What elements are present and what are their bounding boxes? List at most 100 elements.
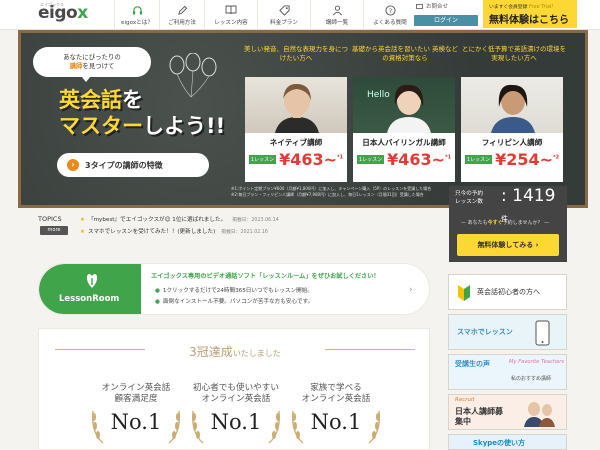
side-banner-label: スマホでレッスン [457,328,513,336]
price: ¥254~*2 [495,150,559,169]
star-icon: ★ [80,217,86,223]
topics-more-button[interactable]: more [40,226,68,235]
teacher-photo-bilingual: Hello [353,77,455,133]
side-banner-testimonials[interactable]: 受講生の声 My Favorite Teachers 私のおすすめ講師 [448,354,567,390]
teacher-card-native[interactable]: ネイティブ講師 1レッスン ¥463~*1 [245,77,347,182]
price: ¥463~*1 [387,150,451,169]
topic-text: スマホでレッスンを受けてみた！！(更新しました) [88,229,216,235]
card-title: 日本人バイリンガル講師 [362,138,446,147]
nav-label: ご利用方法 [168,20,196,26]
award-item: オンライン英会話 顧客満足度 No.1 [87,383,185,444]
login-button[interactable]: ログイン [414,15,478,26]
trial-caption-em: Free Trial! [528,5,554,10]
laurel-left-icon [92,410,104,444]
bullet-icon: ● [155,288,160,294]
headline-part: マスター [59,114,143,138]
card-heading-filipino: とにかく低予算で英語漬けの環境を実現したい方へ [462,45,566,62]
tag-icon [278,4,290,16]
bubble-line1: あなたにぴったりの [63,53,121,61]
lesson-tag: 1レッスン [248,155,277,164]
mail-icon [416,4,423,9]
counter-sub-em: 今すぐ [487,220,503,226]
price-footnote: *1 [445,154,452,161]
contact-link[interactable]: お問合せ [414,2,478,12]
card-title: フィリピン人講師 [481,138,543,147]
bullet-icon: ● [155,299,160,305]
teacher-card-filipino[interactable]: フィリピン人講師 1レッスン ¥254~*2 [461,77,563,182]
hero-chalkboard: あなたにぴったりの 講師を見つけて 英会話を マスターしよう!! › 3タイプの… [18,30,588,208]
lesson-room-point-text: 面倒なインストール不要。パソコンが苦手な方も安心です。 [162,299,314,305]
topic-item[interactable]: ★ 『mybest』でエイゴックスが😊 1位に選ばれました。 掲載日：2023.06… [80,215,279,223]
awards-title: 3冠達成いたしました [39,343,431,360]
svg-text:?: ? [388,6,391,14]
recruit-illustration [524,402,555,427]
teacher-photo-native [245,77,347,133]
arrow-right-icon: › [67,159,79,171]
counter-sub-post: 予約しませんか？ [502,220,543,226]
try-free-button[interactable]: 無料体験してみる › [457,234,559,256]
nav-label: 料金プラン [270,20,298,26]
price-row: 1レッスン ¥463~*1 [245,150,347,169]
price-footnote: *1 [337,154,344,161]
person-icon [331,4,343,16]
nav-label: 講師一覧 [325,20,349,26]
counter-label-line: 只今の予約 [455,191,483,197]
teacher-card-bilingual[interactable]: Hello 日本人バイリンガル講師 1レッスン ¥463~*1 [353,77,455,182]
teacher-types-button[interactable]: › 3タイプの講師の特徴 [57,153,209,177]
reservation-counter: 只今の予約 レッスン数 : 1419 件 — あなたも今すぐ予約しませんか？ — … [449,186,567,262]
teacher-photo-filipino [461,77,563,133]
side-banner-sublabel: My Favorite Teachers [509,359,565,365]
award-line: 初心者でも使いやすい [193,383,279,393]
nav-item-pricing[interactable]: 料金プラン [257,0,310,30]
nav-item-lessons[interactable]: レッスン内容 [204,0,257,30]
headset-icon [131,4,143,16]
nav-item-about[interactable]: eigoxとは？ [114,0,159,30]
laurel-right-icon [168,410,180,444]
counter-label: 只今の予約レッスン数 [455,190,483,206]
laurel-right-icon [368,410,380,444]
card-heading-native: 美しい発音、自然な表現力を身につけたい方へ [244,45,348,62]
nav-label: eigoxとは？ [121,20,153,26]
counter-label-line: レッスン数 [455,199,483,205]
awards-title-sub: いたしました [232,349,281,358]
lesson-tag: 1レッスン [464,155,493,164]
topic-item[interactable]: ★ スマホでレッスンを受けてみた！！(更新しました) 掲載日：2021.02.16 [80,227,268,235]
lesson-room-banner[interactable]: LessonRoom エイゴックス専用のビデオ通話ソフト「レッスンルーム」をぜひ… [38,263,430,315]
lesson-room-mark-icon [86,274,98,288]
nav-label: レッスン内容 [214,20,248,26]
price-value: ¥463~ [279,150,338,169]
price-footnote: *2 [553,154,560,161]
counter-value: 1419 [512,186,556,206]
lesson-tag: 1レッスン [356,155,385,164]
nav-item-faq[interactable]: ? よくある質問 [363,0,416,30]
nav-item-usage[interactable]: ご利用方法 [159,0,204,30]
site-header: eigox エイゴックス eigoxとは？ ご利用方法 レッスン内容 料金プラン… [0,0,600,30]
beginner-mark-icon [458,285,470,301]
side-banner-label: 日本人講師募集中 [455,407,503,426]
nav-item-teachers[interactable]: 講師一覧 [310,0,363,30]
free-trial-button[interactable]: いますぐ会員登録 Free Trial! 無料体験はこちら [483,0,577,28]
awards-section: 3冠達成いたしました オンライン英会話 顧客満足度 No.1 初心者でも使いやす… [38,328,430,450]
side-banner-beginner[interactable]: 英会話初心者の方へ [448,274,567,310]
bubble-line2: を見つけて [82,61,115,70]
trial-caption-text: いますぐ会員登録 [489,5,528,10]
svg-text:Hello: Hello [367,90,390,100]
price-row: 1レッスン ¥463~*1 [353,150,455,169]
hero-headline: 英会話を マスターしよう!! [59,87,225,139]
lesson-room-title: エイゴックス専用のビデオ通話ソフト「レッスンルーム」をぜひお試しください！ [151,273,380,280]
trial-label: 無料体験はこちら [489,15,569,26]
lesson-room-point-text: 1クリックするだけで24時間365日いつでもレッスン開始。 [162,288,313,294]
side-banner-skype[interactable]: Skypeの使い方 [448,434,567,450]
pencil-icon [176,4,188,16]
counter-sub-pre: あなたも [467,220,488,226]
price-row: 1レッスン ¥254~*2 [461,150,563,169]
price-value: ¥463~ [387,150,446,169]
lesson-room-logo: LessonRoom [39,264,141,314]
teacher-types-label: 3タイプの講師の特徴 [85,160,163,170]
side-banner-recruit[interactable]: Recruit 日本人講師募集中 [448,394,567,430]
nav-label: よくある質問 [373,20,407,26]
side-banner-label: 受講生の声 [455,360,490,368]
award-line: 顧客満足度 [114,394,158,404]
book-icon [225,4,237,16]
side-banner-smartphone[interactable]: スマホでレッスン [448,314,567,350]
